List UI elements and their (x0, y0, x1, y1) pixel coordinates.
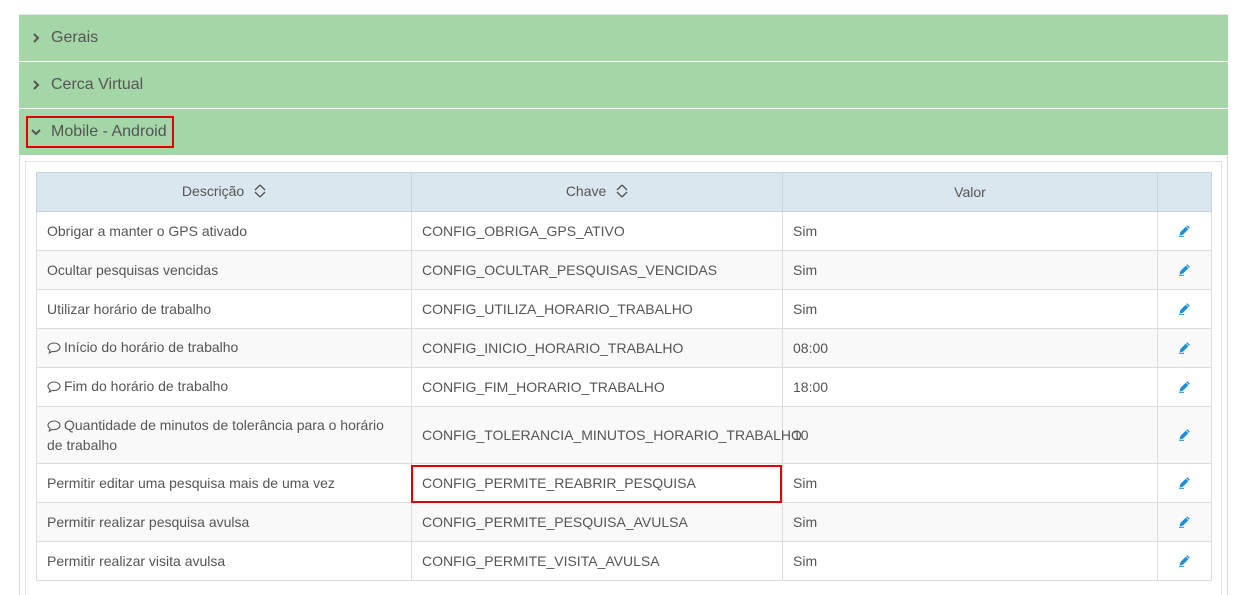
cell-actions (1157, 211, 1212, 251)
column-header-descricao[interactable]: Descrição (36, 172, 412, 212)
cell-chave: CONFIG_PERMITE_VISITA_AVULSA (411, 541, 783, 581)
cell-valor: Sim (782, 211, 1158, 251)
column-header-actions (1157, 172, 1212, 212)
edit-pencil-icon[interactable] (1178, 514, 1191, 532)
cell-chave: CONFIG_INICIO_HORARIO_TRABALHO (411, 328, 783, 368)
page: Gerais Cerca Virtual Mobile - Android De… (0, 0, 1248, 595)
descricao-text: Utilizar horário de trabalho (47, 301, 212, 317)
edit-pencil-icon[interactable] (1178, 427, 1191, 445)
table-header-row: Descrição Chave Valor (36, 172, 1212, 212)
column-header-label: Chave (565, 183, 607, 200)
descricao-text: Permitir realizar pesquisa avulsa (47, 514, 250, 530)
cell-descricao: Permitir editar uma pesquisa mais de uma… (36, 463, 412, 503)
cell-chave: CONFIG_TOLERANCIA_MINUTOS_HORARIO_TRABAL… (411, 406, 802, 464)
table-row: Utilizar horário de trabalho CONFIG_UTILI… (36, 289, 1212, 329)
column-header-valor: Valor (782, 172, 1158, 212)
table-row: Permitir realizar pesquisa avulsa CONFIG_… (36, 502, 1212, 542)
edit-pencil-icon[interactable] (1178, 379, 1191, 397)
table-row: Permitir realizar visita avulsa CONFIG_PE… (36, 541, 1212, 581)
cell-actions (1157, 367, 1212, 407)
cell-descricao: Quantidade de minutos de tolerância para… (36, 406, 412, 464)
edit-pencil-icon[interactable] (1178, 340, 1191, 358)
column-header-chave[interactable]: Chave (411, 172, 783, 212)
cell-descricao: Utilizar horário de trabalho (36, 289, 412, 329)
comment-icon (47, 418, 61, 436)
descricao-text: Permitir editar uma pesquisa mais de uma… (47, 475, 335, 491)
cell-actions (1157, 406, 1212, 464)
comment-icon (47, 379, 61, 397)
cell-chave: CONFIG_FIM_HORARIO_TRABALHO (411, 367, 783, 407)
cell-descricao: Ocultar pesquisas vencidas (36, 250, 412, 290)
edit-pencil-icon[interactable] (1178, 223, 1191, 241)
table-row: Início do horário de trabalho CONFIG_INIC… (36, 328, 1212, 368)
cell-actions (1157, 502, 1212, 542)
column-header-label: Valor (954, 184, 986, 200)
accordion-section-mobile-android[interactable]: Mobile - Android (19, 109, 1228, 156)
section-highlight-box (26, 116, 174, 148)
accordion-title: Gerais (51, 29, 99, 46)
descricao-text: Permitir realizar visita avulsa (47, 553, 226, 569)
edit-pencil-icon[interactable] (1178, 475, 1191, 493)
cell-chave: CONFIG_OCULTAR_PESQUISAS_VENCIDAS (411, 250, 783, 290)
accordion-section-gerais[interactable]: Gerais (19, 15, 1228, 62)
cell-descricao: Permitir realizar visita avulsa (36, 541, 412, 581)
cell-valor: 10 (782, 406, 1158, 464)
cell-actions (1157, 328, 1212, 368)
accordion-title: Cerca Virtual (51, 76, 144, 93)
accordion-section-cerca-virtual[interactable]: Cerca Virtual (19, 62, 1228, 109)
cell-chave: CONFIG_PERMITE_REABRIR_PESQUISA (411, 463, 783, 503)
comment-icon (47, 340, 61, 358)
descricao-text: Quantidade de minutos de tolerância para… (47, 417, 384, 453)
cell-valor: 18:00 (782, 367, 1158, 407)
cell-valor: Sim (782, 502, 1158, 542)
column-header-label: Descrição (181, 183, 245, 200)
cell-chave: CONFIG_UTILIZA_HORARIO_TRABALHO (411, 289, 783, 329)
cell-actions (1157, 463, 1212, 503)
cell-valor: 08:00 (782, 328, 1158, 368)
table-body: Obrigar a manter o GPS ativado CONFIG_OBR… (36, 211, 1212, 581)
table-row: Permitir editar uma pesquisa mais de uma… (36, 463, 1212, 503)
cell-actions (1157, 289, 1212, 329)
edit-pencil-icon[interactable] (1178, 301, 1191, 319)
cell-chave: CONFIG_OBRIGA_GPS_ATIVO (411, 211, 783, 251)
edit-pencil-icon[interactable] (1178, 553, 1191, 571)
cell-descricao: Permitir realizar pesquisa avulsa (36, 502, 412, 542)
chevron-right-icon (31, 80, 51, 90)
cell-valor: Sim (782, 463, 1158, 503)
chevron-right-icon (31, 33, 51, 43)
cell-actions (1157, 541, 1212, 581)
cell-descricao: Fim do horário de trabalho (36, 367, 412, 407)
cell-descricao: Início do horário de trabalho (36, 328, 412, 368)
config-table: Descrição Chave Valor Obrigar a manter o (36, 172, 1212, 581)
cell-chave: CONFIG_PERMITE_PESQUISA_AVULSA (411, 502, 783, 542)
cell-valor: Sim (782, 250, 1158, 290)
sort-icon[interactable] (616, 184, 628, 201)
cell-valor: Sim (782, 541, 1158, 581)
table-row: Ocultar pesquisas vencidas CONFIG_OCULTAR… (36, 250, 1212, 290)
descricao-text: Fim do horário de trabalho (64, 378, 229, 394)
table-row: Quantidade de minutos de tolerância para… (36, 406, 1212, 464)
descricao-text: Início do horário de trabalho (64, 339, 239, 355)
sort-icon[interactable] (254, 184, 266, 201)
cell-descricao: Obrigar a manter o GPS ativado (36, 211, 412, 251)
edit-pencil-icon[interactable] (1178, 262, 1191, 280)
descricao-text: Obrigar a manter o GPS ativado (47, 223, 247, 239)
cell-actions (1157, 250, 1212, 290)
settings-accordion: Gerais Cerca Virtual Mobile - Android (19, 15, 1228, 595)
cell-valor: Sim (782, 289, 1158, 329)
table-row: Fim do horário de trabalho CONFIG_FIM_HOR… (36, 367, 1212, 407)
descricao-text: Ocultar pesquisas vencidas (47, 262, 219, 278)
table-row: Obrigar a manter o GPS ativado CONFIG_OBR… (36, 211, 1212, 251)
